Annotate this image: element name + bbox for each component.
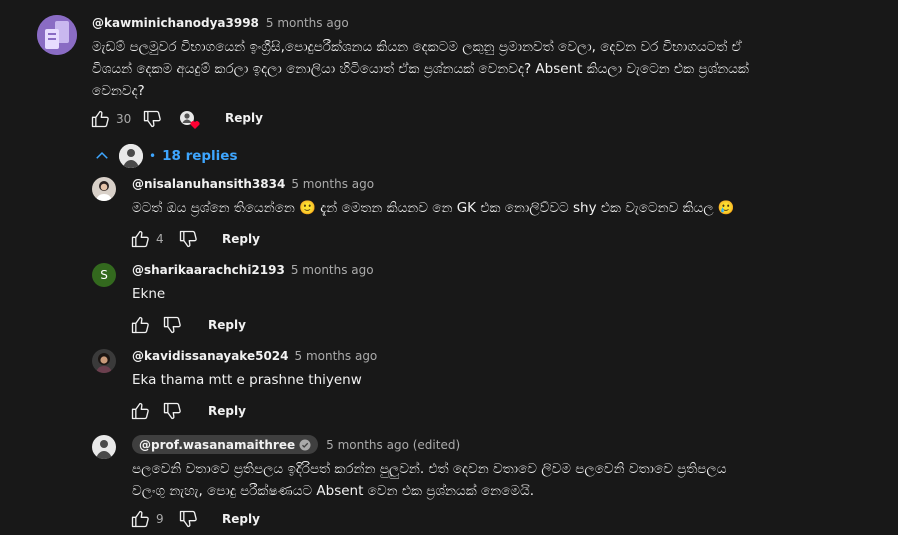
thumbs-down-icon[interactable] [178, 229, 198, 249]
thumbs-down-icon[interactable] [178, 509, 198, 529]
reply-button[interactable]: Reply [225, 111, 263, 125]
thumbs-down-icon[interactable] [142, 109, 162, 129]
avatar[interactable]: S [92, 263, 116, 287]
like-count: 9 [156, 512, 164, 526]
reply-time[interactable]: 5 months ago [295, 349, 378, 363]
comment-header: @kawminichanodya3998 5 months ago [92, 16, 349, 30]
replies-count[interactable]: 18 replies [162, 148, 237, 164]
reply-text-line: Ekne [132, 286, 166, 302]
like-count: 4 [156, 232, 164, 246]
creator-heart-icon[interactable] [179, 110, 201, 130]
reply-time[interactable]: 5 months ago [291, 263, 374, 277]
reply-actions: 9 Reply [130, 508, 290, 530]
reply-text-line: මටත් ඔය ප්‍රශ්නෙ තියෙන්නෙ 🙂 දැන් මෙතන කි… [132, 200, 735, 216]
creator-badge[interactable]: @prof.wasanamaithree [132, 435, 319, 454]
reply-actions: 4 Reply [130, 228, 290, 250]
reply-header: @nisalanuhansith3834 5 months ago [132, 177, 374, 191]
thumbs-down-icon[interactable] [162, 401, 182, 421]
reply-text: පලවෙනි වතාවෙ ප්‍රතිපලය ඉදිරිපත් කරන්න පු… [132, 458, 872, 502]
avatar[interactable] [92, 435, 116, 459]
avatar[interactable] [92, 177, 116, 201]
thumbs-up-icon[interactable] [90, 109, 110, 129]
creator-avatar [119, 144, 143, 168]
reply-button[interactable]: Reply [208, 318, 246, 332]
reply-text: Eka thama mtt e prashne thiyenw [132, 369, 872, 391]
avatar-letter: S [100, 268, 108, 282]
comment-text-line: වෙනවද? [92, 83, 145, 99]
chevron-up-icon [93, 147, 111, 165]
comment-text: මැඩම් පලමුවර විභාගයෙන් ඉංග්‍රීසි,පොදුපරී… [92, 36, 882, 102]
reply-button[interactable]: Reply [222, 512, 260, 526]
reply-author[interactable]: @sharikaarachchi2193 [132, 263, 285, 277]
reply-author[interactable]: @nisalanuhansith3834 [132, 177, 285, 191]
reply-text: Ekne [132, 283, 872, 305]
reply-text: මටත් ඔය ප්‍රශ්නෙ තියෙන්නෙ 🙂 දැන් මෙතන කි… [132, 197, 872, 219]
comment-actions: 30 Reply [90, 108, 263, 130]
thumbs-down-icon[interactable] [162, 315, 182, 335]
reply-text-line: වලංගු නැහැ, පොදු පරීක්ෂණයට Absent වෙන එක… [132, 483, 534, 499]
thumbs-up-icon[interactable] [130, 315, 150, 335]
reply-button[interactable]: Reply [222, 232, 260, 246]
reply-author[interactable]: @kavidissanayake5024 [132, 349, 289, 363]
verified-check-icon [299, 439, 311, 451]
thumbs-up-icon[interactable] [130, 401, 150, 421]
reply-header: @prof.wasanamaithree 5 months ago (edite… [132, 435, 460, 454]
replies-toggle[interactable]: • 18 replies [93, 143, 238, 169]
avatar[interactable] [92, 349, 116, 373]
thumbs-up-icon[interactable] [130, 229, 150, 249]
reply-header: @kavidissanayake5024 5 months ago [132, 349, 377, 363]
reply-time[interactable]: 5 months ago [291, 177, 374, 191]
comment-time[interactable]: 5 months ago [266, 16, 349, 30]
reply-header: @sharikaarachchi2193 5 months ago [132, 263, 374, 277]
reply-time[interactable]: 5 months ago (edited) [326, 438, 460, 452]
comment-text-line: විශයන් දෙකම අයදුම් කරලා ඉදලා නොලියා හිටි… [92, 61, 749, 77]
reply-text-line: Eka thama mtt e prashne thiyenw [132, 372, 362, 388]
comment-author[interactable]: @kawminichanodya3998 [92, 16, 259, 30]
avatar[interactable] [37, 15, 77, 55]
like-count: 30 [116, 112, 132, 126]
reply-button[interactable]: Reply [208, 404, 246, 418]
thumbs-up-icon[interactable] [130, 509, 150, 529]
reply-text-line: පලවෙනි වතාවෙ ප්‍රතිපලය ඉදිරිපත් කරන්න පු… [132, 461, 727, 477]
comment-text-line: මැඩම් පලමුවර විභාගයෙන් ඉංග්‍රීසි,පොදුපරී… [92, 39, 742, 55]
reply-actions: Reply [130, 314, 290, 336]
reply-author: @prof.wasanamaithree [139, 437, 296, 452]
reply-actions: Reply [130, 400, 290, 422]
